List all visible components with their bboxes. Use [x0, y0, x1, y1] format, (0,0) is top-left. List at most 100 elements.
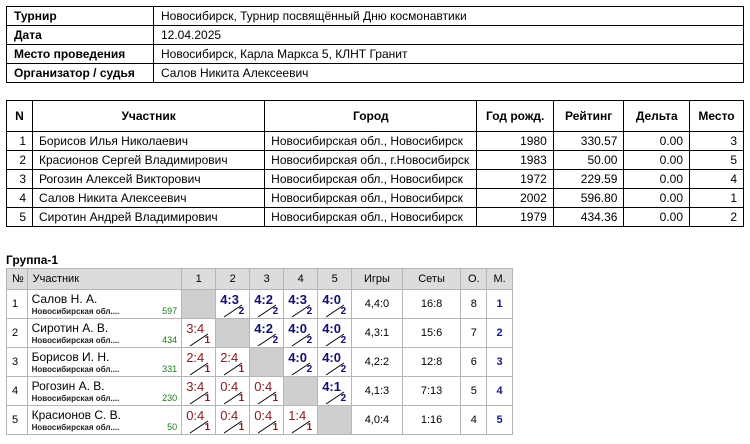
result-score: 4:0 [288, 321, 307, 336]
cell-place: 3 [689, 131, 744, 151]
cell-n: 4 [5, 188, 34, 208]
cell-city: Новосибирская обл., Новосибирск [264, 169, 478, 189]
points-cell: 7 [460, 318, 488, 348]
place-cell: 2 [486, 318, 513, 348]
result-score: 4:2 [254, 321, 273, 336]
result-cell: 4:3 2 [283, 289, 319, 319]
games-cell: 4,4:0 [351, 289, 403, 319]
points-cell: 4 [460, 405, 488, 435]
cell-year: 1983 [476, 150, 554, 170]
participant-cell: Салов Н. А. Новосибирская обл.... 597 [26, 289, 183, 319]
participant-name: Сиротин А. В. [31, 321, 109, 335]
info-row: Турнир Новосибирск, Турнир посвящённый Дн… [6, 6, 744, 26]
cell-delta: 0.00 [623, 188, 691, 208]
result-points: 2 [272, 306, 279, 317]
cell-n: 5 [5, 207, 34, 227]
result-points: 1 [204, 364, 211, 375]
cell-city: Новосибирская обл., Новосибирск [264, 207, 478, 227]
column-header: Участник [32, 100, 266, 132]
table-row: 1 Борисов Илья Николаевич Новосибирская об… [5, 131, 744, 151]
result-score: 2:4 [186, 350, 205, 365]
games-cell: 4,0:4 [351, 405, 403, 435]
result-score: 0:4 [254, 379, 273, 394]
cell-rating: 434.36 [552, 207, 625, 227]
cell-n: 1 [5, 131, 34, 151]
table-row: 2 Красионов Сергей Владимирович Новосибирс… [5, 150, 744, 170]
participant-name: Салов Н. А. [31, 292, 98, 306]
result-points: 1 [272, 393, 279, 404]
result-score: 0:4 [254, 408, 273, 423]
table-row: 3 Рогозин Алексей Викторович Новосибирская… [5, 169, 744, 189]
result-points: 2 [306, 306, 313, 317]
participant-rating: 434 [162, 335, 178, 345]
result-points: 2 [340, 364, 347, 375]
result-score: 0:4 [220, 408, 239, 423]
sets-cell: 16:8 [401, 289, 462, 319]
points-cell: 5 [460, 376, 488, 406]
result-cell-empty [215, 318, 251, 348]
sets-cell: 12:8 [401, 347, 462, 377]
grid-row: 2 Сиротин А. В. Новосибирская обл.... 434 3:… [6, 318, 513, 348]
info-label: Место проведения [6, 44, 154, 64]
result-cell: 3:4 1 [181, 318, 217, 348]
group-title: Группа-1 [6, 253, 59, 267]
participant-region: Новосибирская обл.... [31, 365, 120, 374]
result-cell: 3:4 1 [181, 376, 217, 406]
result-cell: 0:4 1 [215, 376, 251, 406]
result-cell: 4:3 2 [215, 289, 251, 319]
result-points: 2 [238, 306, 245, 317]
participant-region: Новосибирская обл.... [31, 394, 120, 403]
cell-place: 2 [689, 207, 744, 227]
result-cell-empty [283, 376, 319, 406]
result-points: 2 [340, 393, 347, 404]
sets-cell: 15:6 [401, 318, 462, 348]
cell-place: 5 [689, 150, 744, 170]
table-row: 4 Салов Никита Алексеевич Новосибирская об… [5, 188, 744, 208]
result-points: 1 [204, 393, 211, 404]
sets-cell: 1:16 [401, 405, 462, 435]
cell-place: 4 [689, 169, 744, 189]
result-points: 1 [238, 393, 245, 404]
participant-cell: Сиротин А. В. Новосибирская обл.... 434 [26, 318, 183, 348]
column-header: Место [689, 100, 744, 132]
result-score: 4:0 [288, 350, 307, 365]
result-cell: 2:4 1 [181, 347, 217, 377]
info-value: Новосибирск, Турнир посвящённый Дню косм… [153, 6, 744, 26]
grid-row: 4 Рогозин А. В. Новосибирская обл.... 230 3:… [6, 376, 513, 406]
result-score: 1:4 [288, 408, 307, 423]
result-cell: 4:1 2 [317, 376, 353, 406]
cell-name: Красионов Сергей Владимирович [32, 150, 266, 170]
info-label: Организатор / судья [6, 63, 154, 83]
result-score: 0:4 [220, 379, 239, 394]
grid-header: 4 [283, 268, 319, 290]
info-label: Дата [6, 25, 154, 45]
cell-place: 1 [689, 188, 744, 208]
row-number: 1 [6, 289, 28, 319]
participant-cell: Красионов С. В. Новосибирская обл.... 50 [26, 405, 183, 435]
result-points: 2 [340, 306, 347, 317]
column-header: Город [264, 100, 478, 132]
points-cell: 8 [460, 289, 488, 319]
result-score: 3:4 [186, 379, 205, 394]
participant-rating: 230 [162, 393, 178, 403]
cell-rating: 330.57 [552, 131, 625, 151]
sets-cell: 7:13 [401, 376, 462, 406]
result-points: 1 [204, 422, 211, 433]
result-cell: 4:0 2 [283, 347, 319, 377]
result-points: 1 [272, 422, 279, 433]
result-points: 2 [306, 364, 313, 375]
cell-delta: 0.00 [623, 169, 691, 189]
info-label: Турнир [6, 6, 154, 26]
grid-header: 2 [215, 268, 251, 290]
result-cell-empty [249, 347, 285, 377]
cell-city: Новосибирская обл., г.Новосибирск [264, 150, 478, 170]
cell-rating: 50.00 [552, 150, 625, 170]
games-cell: 4,2:2 [351, 347, 403, 377]
grid-header: Сеты [401, 268, 462, 290]
result-cell: 4:0 2 [317, 289, 353, 319]
participant-cell: Рогозин А. В. Новосибирская обл.... 230 [26, 376, 183, 406]
result-cell: 4:2 2 [249, 289, 285, 319]
games-cell: 4,1:3 [351, 376, 403, 406]
result-cell: 0:4 1 [249, 376, 285, 406]
place-cell: 4 [486, 376, 513, 406]
